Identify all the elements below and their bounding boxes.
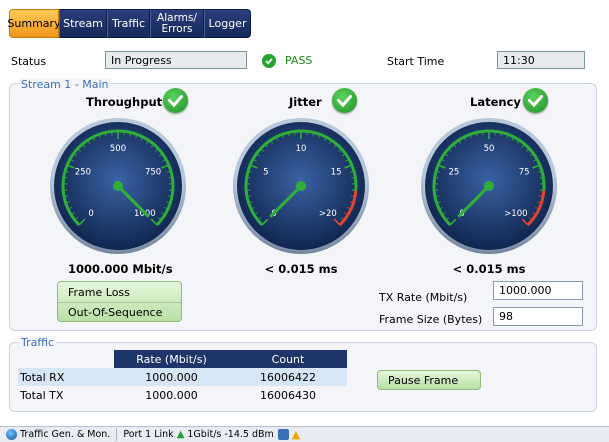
gauge-tick-label: 75 bbox=[519, 167, 530, 177]
link-up-arrow-icon: ▲ bbox=[176, 429, 185, 440]
app-name: Traffic Gen. & Mon. bbox=[20, 429, 111, 440]
status-field: In Progress bbox=[105, 51, 247, 69]
traffic-header-row: Rate (Mbit/s) Count bbox=[18, 350, 347, 368]
rate-cell: 1000.000 bbox=[114, 368, 229, 386]
tab-summary[interactable]: Summary bbox=[7, 9, 61, 38]
status-label: Status bbox=[11, 55, 47, 68]
tab-alarms-label: Alarms/ bbox=[157, 11, 197, 24]
latency-gauge: 0255075>100 bbox=[421, 118, 557, 254]
network-icon bbox=[277, 429, 289, 440]
jitter-gauge: 051015>20 bbox=[233, 118, 369, 254]
throughput-title: Throughput bbox=[86, 95, 163, 109]
tab-traffic[interactable]: Traffic bbox=[107, 9, 150, 38]
pass-result: PASS bbox=[285, 54, 313, 67]
gauge-tick-label: 0 bbox=[88, 209, 93, 219]
tab-logger[interactable]: Logger bbox=[204, 9, 251, 38]
gauge-tick-label: 500 bbox=[110, 144, 126, 154]
tab-summary-label: Summary bbox=[7, 17, 61, 30]
gauge-tick-label: 5 bbox=[263, 167, 268, 177]
tx-rate-input[interactable]: 1000.000 bbox=[493, 281, 583, 300]
indicator-group: Frame Loss Out-Of-Sequence bbox=[57, 281, 182, 322]
rate-column-header: Rate (Mbit/s) bbox=[114, 350, 229, 368]
start-time-label: Start Time bbox=[387, 55, 445, 68]
gauge-tick bbox=[351, 176, 356, 179]
row-label: Total TX bbox=[20, 388, 64, 402]
gauge-tick bbox=[434, 176, 439, 179]
rate-cell: 1000.000 bbox=[145, 388, 198, 402]
latency-title: Latency bbox=[470, 95, 521, 109]
tab-stream-label: Stream bbox=[63, 17, 103, 30]
gauge-tick-label: 250 bbox=[75, 167, 91, 177]
out-of-sequence-indicator[interactable]: Out-Of-Sequence bbox=[58, 302, 181, 321]
latency-reading: < 0.015 ms bbox=[452, 262, 526, 276]
latency-pass-icon bbox=[523, 88, 548, 113]
gauge-tick-label: 15 bbox=[331, 167, 342, 177]
jitter-reading: < 0.015 ms bbox=[264, 262, 338, 276]
count-cell: 16006422 bbox=[229, 368, 347, 386]
gauge-hub bbox=[484, 181, 494, 191]
traffic-table: Rate (Mbit/s) Count Total RX 1000.000 16… bbox=[18, 350, 347, 404]
app-icon bbox=[6, 429, 17, 440]
start-time-field: 11:30 bbox=[497, 51, 585, 69]
gauge-tick-label: 10 bbox=[296, 144, 307, 154]
count-cell: 16006430 bbox=[260, 388, 316, 402]
frame-loss-indicator[interactable]: Frame Loss bbox=[58, 282, 181, 302]
warning-icon: ▲ bbox=[291, 428, 301, 441]
status-port: Port 1 Link ▲ 1Gbit/s -14.5 dBm ▲ bbox=[117, 427, 306, 442]
tab-stream[interactable]: Stream bbox=[59, 9, 107, 38]
throughput-gauge: 02505007501000 bbox=[50, 118, 186, 254]
gauge-hub bbox=[296, 181, 306, 191]
tabs: Summary Stream Traffic Alarms/ Errors Lo… bbox=[7, 9, 251, 38]
gauge-tick bbox=[63, 176, 68, 179]
traffic-panel-title: Traffic bbox=[19, 336, 57, 349]
gauge-tick bbox=[168, 176, 173, 179]
traffic-header-blank bbox=[18, 350, 114, 368]
pass-check-icon bbox=[262, 54, 276, 68]
tab-logger-label: Logger bbox=[208, 17, 247, 30]
pause-frame-button[interactable]: Pause Frame bbox=[377, 370, 481, 390]
tx-rate-label: TX Rate (Mbit/s) bbox=[379, 291, 468, 304]
row-label: Total RX bbox=[18, 368, 114, 386]
tab-errors-label: Errors bbox=[161, 22, 193, 35]
stream-panel-title: Stream 1 - Main bbox=[19, 78, 111, 91]
gauge-tick-label: 750 bbox=[145, 167, 161, 177]
jitter-pass-icon bbox=[332, 88, 357, 113]
count-column-header: Count bbox=[229, 350, 347, 368]
throughput-pass-icon bbox=[163, 88, 188, 113]
table-row: Total TX 1000.000 16006430 bbox=[18, 386, 347, 404]
gauge-tick-label: >100 bbox=[504, 209, 527, 219]
frame-size-label: Frame Size (Bytes) bbox=[379, 313, 483, 326]
gauge-tick-label: 50 bbox=[484, 144, 495, 154]
table-row: Total RX 1000.000 16006422 bbox=[18, 368, 347, 386]
tab-traffic-label: Traffic bbox=[111, 17, 146, 30]
gauge-hub bbox=[113, 181, 123, 191]
gauge-tick bbox=[539, 176, 544, 179]
throughput-reading: 1000.000 Mbit/s bbox=[68, 262, 173, 276]
gauge-tick-label: >20 bbox=[319, 209, 337, 219]
gauge-tick bbox=[246, 176, 251, 179]
status-bar: Traffic Gen. & Mon. Port 1 Link ▲ 1Gbit/… bbox=[0, 426, 609, 442]
jitter-title: Jitter bbox=[289, 95, 322, 109]
tab-alarms-errors[interactable]: Alarms/ Errors bbox=[150, 9, 204, 38]
link-speed: 1Gbit/s -14.5 dBm bbox=[187, 429, 274, 440]
status-app: Traffic Gen. & Mon. bbox=[0, 427, 116, 442]
frame-size-input[interactable]: 98 bbox=[493, 307, 583, 326]
tab-bar: Summary Stream Traffic Alarms/ Errors Lo… bbox=[0, 0, 609, 42]
gauge-tick-label: 25 bbox=[448, 167, 459, 177]
port-link-label: Port 1 Link bbox=[123, 429, 174, 440]
